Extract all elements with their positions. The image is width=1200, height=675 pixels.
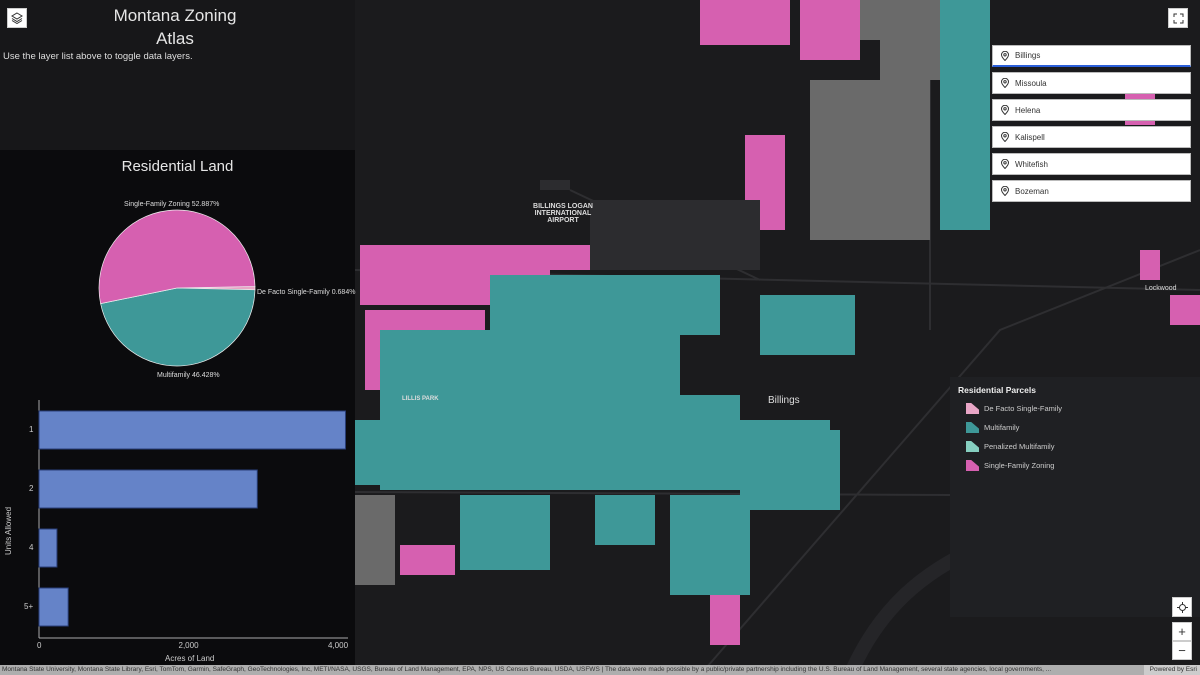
locate-icon bbox=[1177, 602, 1188, 613]
y-tick-label: 4 bbox=[29, 543, 33, 552]
bar-4[interactable] bbox=[39, 529, 57, 567]
powered-by-esri-link[interactable]: Powered by Esri bbox=[1144, 665, 1200, 675]
bar-chart-panel: Units Allowed Acres of Land 1 2 4 5+ 0 2,000 4… bbox=[0, 395, 355, 665]
bar-5+[interactable] bbox=[39, 588, 68, 626]
legend-panel: Residential Parcels De Facto Single-Fami… bbox=[950, 377, 1200, 617]
pie-slice-multifamily[interactable] bbox=[101, 288, 255, 366]
layers-icon bbox=[11, 12, 23, 24]
pie-chart-title: Residential Land bbox=[0, 158, 355, 175]
bar-1[interactable] bbox=[39, 411, 345, 449]
map-pin-icon bbox=[1001, 51, 1009, 61]
bar-chart bbox=[0, 395, 355, 665]
app-subtitle: Use the layer list above to toggle data … bbox=[3, 51, 193, 62]
legend-swatch-icon bbox=[966, 441, 979, 452]
pie-label-single-family: Single-Family Zoning 52.887% bbox=[124, 201, 219, 208]
park-label: LILLIS PARK bbox=[402, 396, 439, 402]
legend-item: Single-Family Zoning bbox=[966, 460, 1200, 471]
title-panel: Montana Zoning Atlas Use the layer list … bbox=[0, 0, 355, 150]
pie-chart bbox=[97, 208, 257, 368]
x-tick-label: 4,000 bbox=[328, 641, 348, 650]
bookmark-label: Helena bbox=[1015, 106, 1040, 115]
y-tick-label: 2 bbox=[29, 484, 33, 493]
legend-item: Multifamily bbox=[966, 422, 1200, 433]
legend-swatch-icon bbox=[966, 403, 979, 414]
bookmark-label: Whitefish bbox=[1015, 160, 1048, 169]
legend-item: De Facto Single-Family bbox=[966, 403, 1200, 414]
bookmark-label: Billings bbox=[1015, 51, 1040, 60]
bookmark-missoula[interactable]: Missoula bbox=[992, 72, 1191, 94]
bookmark-billings[interactable]: Billings bbox=[992, 45, 1191, 67]
legend-title: Residential Parcels bbox=[958, 385, 1200, 395]
x-tick-label: 0 bbox=[37, 641, 41, 650]
zoom-out-button[interactable]: − bbox=[1172, 641, 1192, 660]
legend-swatch-icon bbox=[966, 422, 979, 433]
bookmark-helena[interactable]: Helena bbox=[992, 99, 1191, 121]
fullscreen-button[interactable] bbox=[1168, 8, 1188, 28]
map-pin-icon bbox=[1001, 105, 1009, 115]
bookmark-bozeman[interactable]: Bozeman bbox=[992, 180, 1191, 202]
bookmark-kalispell[interactable]: Kalispell bbox=[992, 126, 1191, 148]
pie-chart-panel: Residential Land Single-Family Zoning 52… bbox=[0, 150, 355, 395]
city-bookmarks: Billings Missoula Helena Kalispell Whitefish… bbox=[992, 45, 1191, 207]
legend-item: Penalized Multifamily bbox=[966, 441, 1200, 452]
map-pin-icon bbox=[1001, 132, 1009, 142]
bookmark-whitefish[interactable]: Whitefish bbox=[992, 153, 1191, 175]
fullscreen-icon bbox=[1173, 13, 1184, 24]
locate-button[interactable] bbox=[1172, 597, 1192, 617]
map-pin-icon bbox=[1001, 186, 1009, 196]
attribution-text[interactable]: Montana State University, Montana State … bbox=[2, 666, 1051, 673]
legend-label: Penalized Multifamily bbox=[984, 442, 1054, 451]
airport-label: BILLINGS LOGAN INTERNATIONAL AIRPORT bbox=[528, 203, 598, 224]
legend-label: Single-Family Zoning bbox=[984, 461, 1054, 470]
map-pin-icon bbox=[1001, 78, 1009, 88]
map-pin-icon bbox=[1001, 159, 1009, 169]
bar-2[interactable] bbox=[39, 470, 257, 508]
legend-swatch-icon bbox=[966, 460, 979, 471]
zoom-in-button[interactable]: + bbox=[1172, 622, 1192, 641]
y-tick-label: 5+ bbox=[24, 602, 33, 611]
bookmark-label: Kalispell bbox=[1015, 133, 1045, 142]
x-tick-label: 2,000 bbox=[179, 641, 199, 650]
pie-label-multifamily: Multifamily 46.428% bbox=[157, 372, 220, 379]
bookmark-label: Bozeman bbox=[1015, 187, 1049, 196]
y-axis-title: Units Allowed bbox=[4, 507, 13, 555]
legend-label: De Facto Single-Family bbox=[984, 404, 1062, 413]
y-tick-label: 1 bbox=[29, 425, 33, 434]
layer-list-button[interactable] bbox=[7, 8, 27, 28]
legend-label: Multifamily bbox=[984, 423, 1019, 432]
attribution-bar: Montana State University, Montana State … bbox=[0, 665, 1200, 675]
app-title: Montana Zoning Atlas bbox=[105, 4, 245, 50]
x-axis-title: Acres of Land bbox=[165, 654, 214, 663]
pie-label-de-facto: De Facto Single-Family 0.684% bbox=[257, 289, 355, 296]
city-label-lockwood: Lockwood bbox=[1145, 285, 1177, 292]
bookmark-label: Missoula bbox=[1015, 79, 1047, 88]
city-label-billings: Billings bbox=[768, 395, 800, 406]
